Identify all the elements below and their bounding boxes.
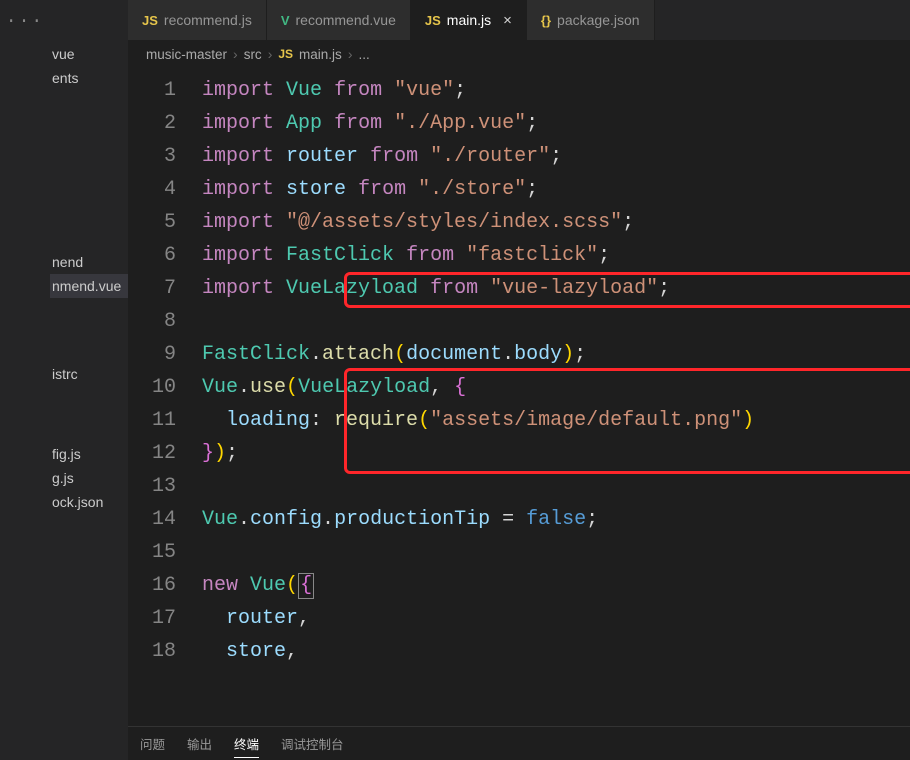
tab-label: package.json: [557, 12, 640, 28]
code-editor[interactable]: 123456789101112131415161718 import Vue f…: [128, 68, 910, 726]
code-line[interactable]: FastClick.attach(document.body);: [202, 338, 910, 371]
line-number: 17: [128, 602, 176, 635]
code-line[interactable]: import Vue from "vue";: [202, 74, 910, 107]
explorer-item[interactable]: fig.js: [50, 442, 128, 466]
line-number: 1: [128, 74, 176, 107]
breadcrumb-item[interactable]: main.js: [299, 47, 342, 62]
panel-tab[interactable]: 输出: [187, 730, 212, 757]
vue-file-icon: V: [281, 13, 290, 28]
line-number: 13: [128, 470, 176, 503]
explorer-item[interactable]: [50, 154, 128, 162]
explorer-item[interactable]: ock.json: [50, 490, 128, 514]
close-icon[interactable]: ×: [503, 12, 512, 29]
line-number: 9: [128, 338, 176, 371]
explorer-item[interactable]: istrc: [50, 362, 128, 386]
line-number: 2: [128, 107, 176, 140]
explorer-item[interactable]: [50, 298, 128, 306]
tab-label: recommend.vue: [296, 12, 396, 28]
line-number: 5: [128, 206, 176, 239]
line-gutter: 123456789101112131415161718: [128, 74, 202, 726]
line-number: 7: [128, 272, 176, 305]
line-number: 18: [128, 635, 176, 668]
code-line[interactable]: [202, 470, 910, 503]
breadcrumb: music-master › src › JS main.js ›...: [128, 40, 910, 68]
code-line[interactable]: router,: [202, 602, 910, 635]
line-number: 16: [128, 569, 176, 602]
explorer-item[interactable]: [50, 386, 128, 394]
explorer-item[interactable]: vue: [50, 42, 128, 66]
line-number: 3: [128, 140, 176, 173]
chevron-right-icon: ›: [233, 46, 238, 62]
code-line[interactable]: Vue.use(VueLazyload, {: [202, 371, 910, 404]
chevron-right-icon: ›: [268, 46, 273, 62]
code-line[interactable]: import VueLazyload from "vue-lazyload";: [202, 272, 910, 305]
editor-tab[interactable]: {} package.json: [527, 0, 655, 40]
code-line[interactable]: [202, 536, 910, 569]
tab-label: main.js: [447, 12, 491, 28]
explorer-item[interactable]: [50, 146, 128, 154]
panel-tab[interactable]: 问题: [140, 730, 165, 757]
code-line[interactable]: import FastClick from "fastclick";: [202, 239, 910, 272]
code-line[interactable]: import App from "./App.vue";: [202, 107, 910, 140]
more-icon[interactable]: ···: [6, 12, 44, 32]
code-line[interactable]: store,: [202, 635, 910, 668]
line-number: 11: [128, 404, 176, 437]
json-file-icon: {}: [541, 13, 551, 28]
code-line[interactable]: import router from "./router";: [202, 140, 910, 173]
tab-label: recommend.js: [164, 12, 252, 28]
line-number: 6: [128, 239, 176, 272]
code-content[interactable]: import Vue from "vue";import App from ".…: [202, 74, 910, 726]
line-number: 12: [128, 437, 176, 470]
editor-tab[interactable]: Vrecommend.vue: [267, 0, 411, 40]
panel-tab[interactable]: 终端: [234, 730, 259, 758]
explorer-item[interactable]: g.js: [50, 466, 128, 490]
tab-bar: JS recommend.js Vrecommend.vue JS main.js × {}…: [128, 0, 910, 40]
line-number: 14: [128, 503, 176, 536]
editor-tab[interactable]: JS recommend.js: [128, 0, 267, 40]
code-line[interactable]: new Vue({: [202, 569, 910, 602]
breadcrumb-item[interactable]: music-master: [146, 47, 227, 62]
line-number: 8: [128, 305, 176, 338]
bottom-panel-tabs: 问题输出终端调试控制台: [128, 726, 910, 760]
line-number: 15: [128, 536, 176, 569]
cursor: {: [298, 573, 314, 599]
line-number: 10: [128, 371, 176, 404]
js-file-icon: JS: [425, 13, 441, 28]
editor-tab[interactable]: JS main.js ×: [411, 0, 527, 40]
line-number: 4: [128, 173, 176, 206]
code-line[interactable]: loading: require("assets/image/default.p…: [202, 404, 910, 437]
js-file-icon: JS: [278, 47, 293, 61]
explorer-panel: vueents nendnmend.vue istrc fig.jsg.jsock.j…: [50, 0, 128, 760]
panel-tab[interactable]: 调试控制台: [281, 730, 344, 757]
explorer-item[interactable]: nend: [50, 250, 128, 274]
code-line[interactable]: [202, 305, 910, 338]
code-line[interactable]: Vue.config.productionTip = false;: [202, 503, 910, 536]
activity-bar: ···: [0, 0, 50, 760]
explorer-item[interactable]: nmend.vue: [50, 274, 128, 298]
chevron-right-icon: ›: [348, 46, 353, 62]
code-line[interactable]: import "@/assets/styles/index.scss";: [202, 206, 910, 239]
breadcrumb-item[interactable]: src: [244, 47, 262, 62]
code-line[interactable]: });: [202, 437, 910, 470]
explorer-item[interactable]: ents: [50, 66, 128, 90]
code-line[interactable]: import store from "./store";: [202, 173, 910, 206]
editor-area: JS recommend.js Vrecommend.vue JS main.js × {}…: [128, 0, 910, 760]
js-file-icon: JS: [142, 13, 158, 28]
breadcrumb-item[interactable]: ...: [358, 47, 369, 62]
